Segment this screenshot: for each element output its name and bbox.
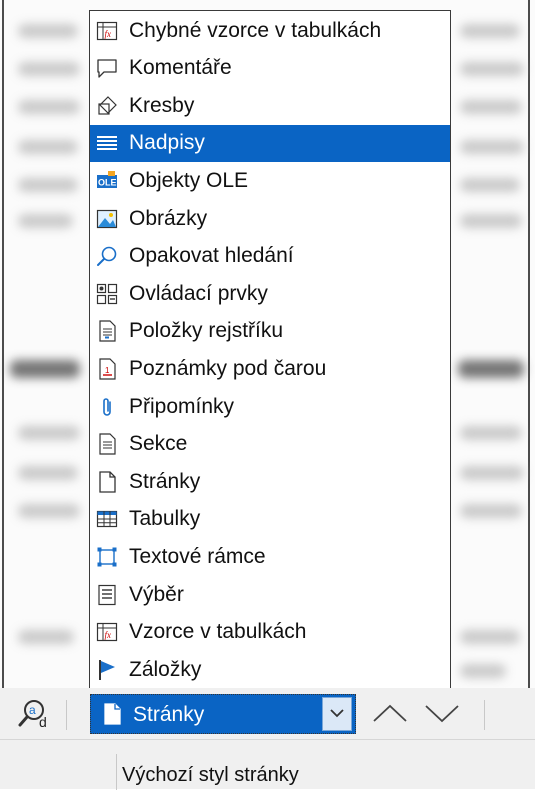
- dropdown-option[interactable]: Záložky: [90, 651, 450, 688]
- dropdown-option[interactable]: Položky rejstříku: [90, 313, 450, 350]
- navigate-by-dropdown-list[interactable]: fx Chybné vzorce v tabulkách Komentáře Kres…: [89, 10, 451, 689]
- dropdown-option-label: Záložky: [129, 657, 202, 681]
- paperclip-icon: [96, 396, 118, 418]
- svg-text:1: 1: [105, 366, 110, 375]
- svg-text:OLE: OLE: [98, 177, 117, 187]
- drawing-icon: [96, 95, 118, 117]
- svg-text:fx: fx: [105, 29, 112, 39]
- selection-icon: [96, 584, 118, 606]
- svg-text:d: d: [39, 714, 47, 729]
- dropdown-option[interactable]: OLE Objekty OLE: [90, 162, 450, 199]
- page-icon: [101, 703, 123, 725]
- section-icon: [96, 433, 118, 455]
- dropdown-option[interactable]: Komentáře: [90, 50, 450, 87]
- comment-icon: [96, 57, 118, 79]
- previous-element-button[interactable]: [368, 698, 412, 732]
- status-bar: Výchozí styl stránky: [0, 739, 535, 790]
- form-controls-icon: [96, 283, 118, 305]
- dropdown-option-label: Výběr: [129, 582, 184, 606]
- chevron-down-icon: [424, 703, 460, 728]
- navigate-by-combo[interactable]: Stránky: [90, 694, 356, 734]
- dropdown-option[interactable]: fx Vzorce v tabulkách: [90, 614, 450, 651]
- index-entry-icon: [96, 320, 118, 342]
- svg-text:fx: fx: [105, 630, 112, 640]
- dropdown-option[interactable]: fx Chybné vzorce v tabulkách: [90, 12, 450, 49]
- dropdown-option-label: Tabulky: [129, 507, 201, 531]
- dropdown-option[interactable]: Tabulky: [90, 501, 450, 538]
- dropdown-option-label: Připomínky: [129, 394, 235, 418]
- dropdown-option[interactable]: Nadpisy: [90, 124, 450, 162]
- search-icon: [96, 245, 118, 267]
- find-and-replace-button[interactable]: a d: [14, 698, 54, 732]
- combo-value: Stránky: [133, 703, 205, 726]
- bookmark-flag-icon: [96, 659, 118, 681]
- dropdown-option-label: Obrázky: [129, 206, 208, 230]
- dropdown-option-label: Sekce: [129, 432, 188, 456]
- chevron-up-icon: [372, 703, 408, 728]
- dropdown-option-label: Stránky: [129, 469, 201, 493]
- svg-text:a: a: [29, 703, 36, 717]
- dropdown-option-label: Vzorce v tabulkách: [129, 620, 307, 644]
- dropdown-option-label: Opakovat hledání: [129, 244, 294, 268]
- dropdown-option-label: Kresby: [129, 93, 195, 117]
- toolbar-separator: [66, 700, 67, 730]
- table-icon: [96, 508, 118, 530]
- dropdown-option-label: Poznámky pod čarou: [129, 356, 327, 380]
- dropdown-option[interactable]: 1 Poznámky pod čarou: [90, 350, 450, 387]
- document-edge-left: [2, 0, 4, 688]
- dropdown-option-label: Nadpisy: [129, 131, 205, 155]
- image-icon: [96, 208, 118, 230]
- toolbar-separator: [484, 700, 485, 730]
- ole-icon: OLE: [96, 170, 118, 192]
- dropdown-option[interactable]: Stránky: [90, 463, 450, 500]
- dropdown-option[interactable]: Textové rámce: [90, 538, 450, 575]
- fx-table-icon: fx: [96, 621, 118, 643]
- dropdown-option-label: Chybné vzorce v tabulkách: [129, 18, 382, 42]
- dropdown-option[interactable]: Opakovat hledání: [90, 238, 450, 275]
- combo-dropdown-button[interactable]: [322, 697, 352, 731]
- chevron-down-icon: [329, 705, 345, 723]
- dropdown-option[interactable]: Obrázky: [90, 200, 450, 237]
- text-frame-icon: [96, 546, 118, 568]
- headings-icon: [96, 132, 118, 154]
- dropdown-option-label: Ovládací prvky: [129, 281, 268, 305]
- dropdown-option[interactable]: Výběr: [90, 576, 450, 613]
- dropdown-option-label: Textové rámce: [129, 544, 266, 568]
- footnote-icon: 1: [96, 358, 118, 380]
- dropdown-option-label: Komentáře: [129, 56, 232, 80]
- find-replace-icon: a d: [17, 697, 51, 734]
- document-edge-right: [528, 0, 530, 688]
- next-element-button[interactable]: [420, 698, 464, 732]
- dropdown-option[interactable]: Připomínky: [90, 388, 450, 425]
- fx-table-icon: fx: [96, 20, 118, 42]
- dropdown-option-label: Objekty OLE: [129, 168, 249, 192]
- dropdown-option[interactable]: Ovládací prvky: [90, 275, 450, 312]
- dropdown-option[interactable]: Kresby: [90, 87, 450, 124]
- page-icon: [96, 471, 118, 493]
- page-style-status[interactable]: Výchozí styl stránky: [122, 764, 299, 787]
- dropdown-option-label: Položky rejstříku: [129, 319, 284, 343]
- status-separator: [116, 754, 117, 790]
- dropdown-option[interactable]: Sekce: [90, 426, 450, 463]
